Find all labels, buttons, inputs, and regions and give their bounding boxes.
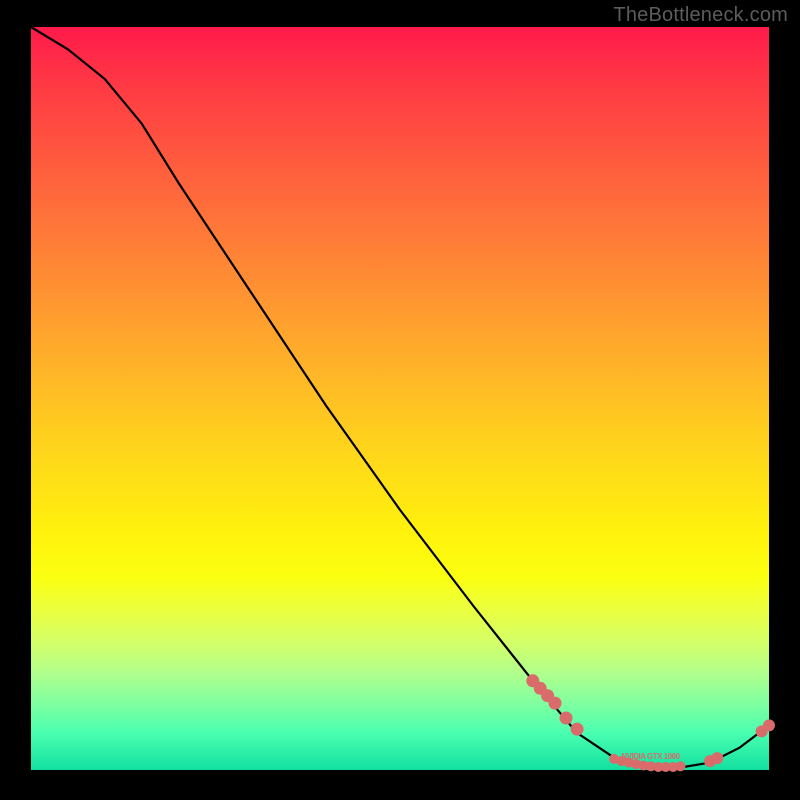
curve-line (31, 27, 769, 770)
watermark-text: TheBottleneck.com (613, 4, 788, 27)
markers-cluster-c (704, 752, 723, 767)
markers-cluster-a (526, 674, 583, 735)
markers-cluster-d (756, 719, 775, 737)
chart-plot-area: NVIDIA GTX 1060 (31, 27, 769, 770)
svg-text:NVIDIA GTX 1060: NVIDIA GTX 1060 (621, 752, 680, 761)
data-marker (675, 761, 685, 771)
chart-svg: NVIDIA GTX 1060 (31, 27, 769, 770)
data-marker (763, 719, 775, 731)
data-marker (571, 723, 584, 736)
data-marker (560, 712, 573, 725)
data-marker (549, 697, 562, 710)
data-marker (711, 752, 723, 764)
legend-label-on-chart: NVIDIA GTX 1060 (621, 752, 680, 761)
